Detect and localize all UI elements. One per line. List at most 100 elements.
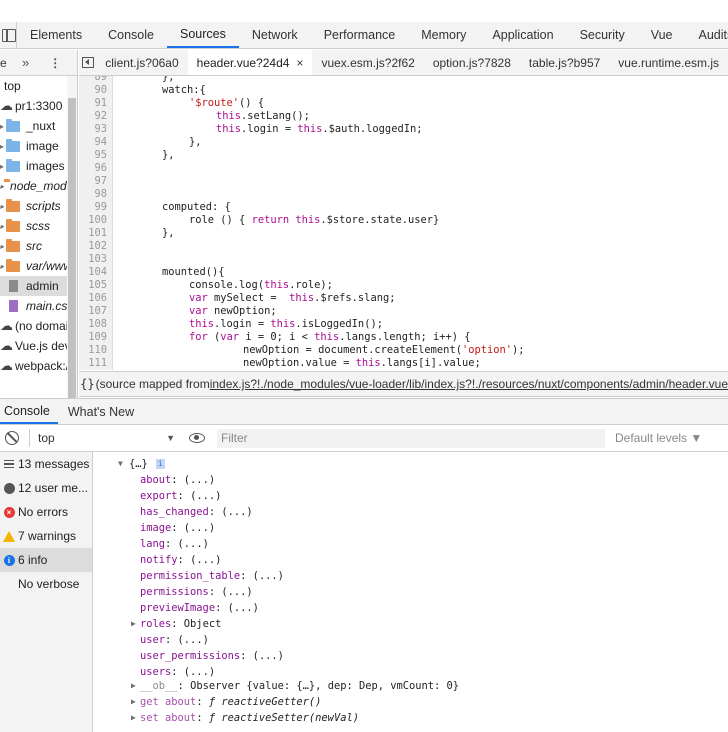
- line-number[interactable]: 104: [79, 266, 107, 279]
- property-value[interactable]: (...): [184, 522, 215, 534]
- line-number[interactable]: 109: [79, 331, 107, 344]
- source-map-link[interactable]: index.js?!./node_modules/vue-loader/lib/…: [210, 377, 728, 391]
- toggle-navigator-button[interactable]: [79, 50, 96, 75]
- file-tab[interactable]: vuex.esm.js?2f62: [312, 50, 423, 75]
- line-number[interactable]: 97: [79, 175, 107, 188]
- clear-console-icon[interactable]: [5, 431, 19, 445]
- property-row[interactable]: user_permissions: (...): [140, 648, 284, 664]
- line-number[interactable]: 107: [79, 305, 107, 318]
- log-levels-dropdown[interactable]: Default levels ▼: [615, 431, 702, 445]
- line-number[interactable]: 106: [79, 292, 107, 305]
- line-number[interactable]: 90: [79, 84, 107, 97]
- line-number[interactable]: 102: [79, 240, 107, 253]
- property-value[interactable]: (...): [190, 490, 221, 502]
- property-row[interactable]: permissions: (...): [140, 584, 253, 600]
- line-number[interactable]: 91: [79, 97, 107, 110]
- property-row[interactable]: about: (...): [140, 472, 215, 488]
- property-value[interactable]: (...): [253, 570, 284, 582]
- tree-item-no-domain[interactable]: ☁ (no domain): [0, 316, 77, 336]
- file-tab-active[interactable]: header.vue?24d4 ×: [187, 50, 313, 75]
- tab-security[interactable]: Security: [567, 22, 638, 48]
- tab-console[interactable]: Console: [95, 22, 167, 48]
- line-number[interactable]: 111: [79, 357, 107, 370]
- tree-item-var-www[interactable]: ▸ var/www: [0, 256, 77, 276]
- tab-application[interactable]: Application: [479, 22, 566, 48]
- property-value[interactable]: (...): [184, 474, 215, 486]
- drawer-tab-console[interactable]: Console: [0, 399, 58, 424]
- collapse-arrow-icon[interactable]: ▼: [118, 456, 123, 472]
- tab-elements[interactable]: Elements: [17, 22, 95, 48]
- line-number[interactable]: 89: [79, 76, 107, 84]
- sidebar-item-warnings[interactable]: 7 warnings: [0, 524, 92, 548]
- scrollbar-thumb[interactable]: [68, 98, 76, 398]
- expand-arrow-icon[interactable]: ▶: [131, 694, 136, 710]
- expand-arrow-icon[interactable]: ▶: [131, 678, 136, 694]
- property-row[interactable]: has_changed: (...): [140, 504, 253, 520]
- file-tab[interactable]: vue.runtime.esm.js: [609, 50, 728, 75]
- tree-item-node-modules[interactable]: ▸node_modules: [0, 176, 77, 196]
- context-select[interactable]: top ▼: [29, 429, 175, 447]
- tree-item-host[interactable]: ☁ pr1:3300: [0, 96, 77, 116]
- tab-network[interactable]: Network: [239, 22, 311, 48]
- property-row[interactable]: user: (...): [140, 632, 209, 648]
- tree-item-scss[interactable]: ▸ scss: [0, 216, 77, 236]
- tree-item-top[interactable]: top: [0, 76, 77, 96]
- property-row-get-about[interactable]: get about: ƒ reactiveGetter(): [140, 694, 321, 710]
- line-number[interactable]: 96: [79, 162, 107, 175]
- tree-item-webpack[interactable]: ☁ webpack://: [0, 356, 77, 376]
- line-number[interactable]: 100: [79, 214, 107, 227]
- property-row-set-about[interactable]: set about: ƒ reactiveSetter(newVal): [140, 710, 359, 726]
- property-value[interactable]: (...): [184, 666, 215, 678]
- property-row[interactable]: lang: (...): [140, 536, 209, 552]
- console-output[interactable]: ▼ {…} i about: (...) export: (...) has_chan…: [94, 452, 728, 732]
- drawer-tab-whats-new[interactable]: What's New: [58, 399, 142, 424]
- property-row[interactable]: roles: Object: [140, 616, 221, 632]
- pretty-print-button[interactable]: {}: [79, 377, 96, 391]
- tree-item-src[interactable]: ▸ src: [0, 236, 77, 256]
- property-row[interactable]: image: (...): [140, 520, 215, 536]
- tab-performance[interactable]: Performance: [311, 22, 409, 48]
- line-number[interactable]: 93: [79, 123, 107, 136]
- property-row[interactable]: export: (...): [140, 488, 221, 504]
- navigator-menu-icon[interactable]: ⋮: [49, 56, 61, 70]
- expand-arrow-icon[interactable]: ▶: [131, 616, 136, 632]
- line-number[interactable]: 103: [79, 253, 107, 266]
- property-value[interactable]: (...): [221, 586, 252, 598]
- file-tab[interactable]: option.js?7828: [424, 50, 520, 75]
- tab-audits[interactable]: Audits: [686, 22, 728, 48]
- console-object-root[interactable]: {…} i: [129, 456, 165, 472]
- line-number[interactable]: 108: [79, 318, 107, 331]
- tab-memory[interactable]: Memory: [408, 22, 479, 48]
- live-expression-icon[interactable]: [189, 433, 205, 443]
- property-value[interactable]: (...): [228, 602, 259, 614]
- property-value[interactable]: (...): [190, 554, 221, 566]
- property-row[interactable]: notify: (...): [140, 552, 221, 568]
- property-row-ob[interactable]: __ob__: Observer {value: {…}, dep: Dep, …: [140, 678, 459, 694]
- device-toggle-button[interactable]: [0, 22, 17, 48]
- property-row[interactable]: previewImage: (...): [140, 600, 259, 616]
- property-value[interactable]: (...): [178, 538, 209, 550]
- sidebar-item-verbose[interactable]: No verbose: [0, 572, 92, 596]
- file-tab[interactable]: table.js?b957: [520, 50, 609, 75]
- tree-item-images[interactable]: ▸ images: [0, 156, 77, 176]
- code-editor[interactable]: 89}, 90 watch:{91 '$route'() {92 this.setLan…: [79, 76, 728, 370]
- line-number[interactable]: 101: [79, 227, 107, 240]
- sidebar-item-user-messages[interactable]: 12 user me...: [0, 476, 92, 500]
- sidebar-item-messages[interactable]: 13 messages: [0, 452, 92, 476]
- tab-sources[interactable]: Sources: [166, 22, 239, 48]
- console-filter-input[interactable]: Filter: [217, 428, 605, 448]
- close-icon[interactable]: ×: [296, 56, 303, 70]
- file-tab[interactable]: client.js?06a0: [96, 50, 187, 75]
- line-number[interactable]: 105: [79, 279, 107, 292]
- expand-arrow-icon[interactable]: ▶: [131, 710, 136, 726]
- tree-item-admin[interactable]: admin: [0, 276, 77, 296]
- line-number[interactable]: 110: [79, 344, 107, 357]
- line-number[interactable]: 99: [79, 201, 107, 214]
- tree-item-scripts[interactable]: ▸ scripts: [0, 196, 77, 216]
- property-value[interactable]: (...): [178, 634, 209, 646]
- sidebar-item-info[interactable]: i6 info: [0, 548, 92, 572]
- line-number[interactable]: 98: [79, 188, 107, 201]
- more-tabs-button[interactable]: »: [22, 55, 29, 70]
- line-number[interactable]: 92: [79, 110, 107, 123]
- property-row[interactable]: permission_table: (...): [140, 568, 284, 584]
